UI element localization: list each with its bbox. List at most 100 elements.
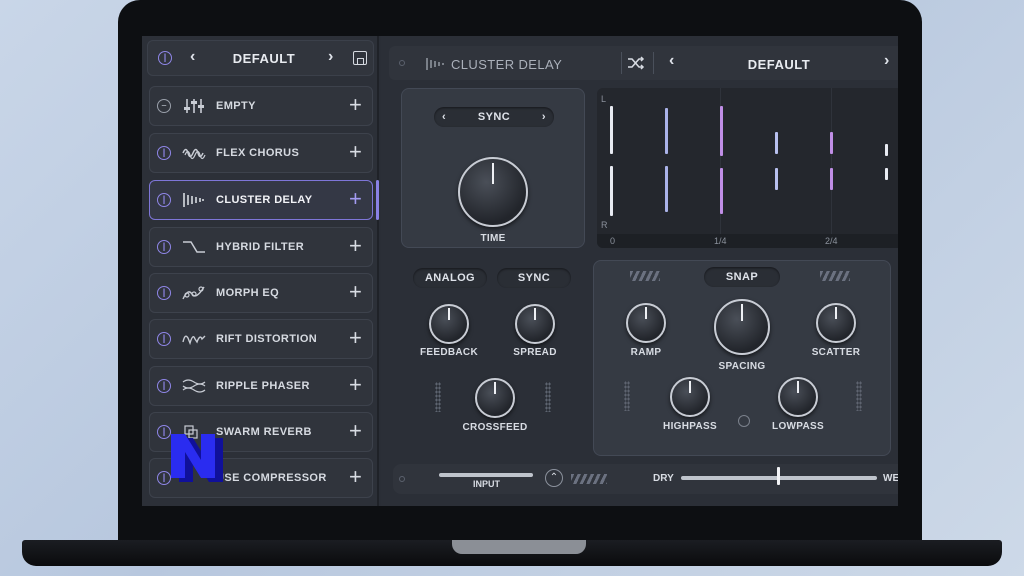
spread-knob[interactable] (515, 304, 555, 344)
shuffle-icon[interactable] (627, 55, 645, 71)
prev-mode-icon[interactable]: ‹ (442, 107, 446, 127)
delay-tap[interactable] (775, 132, 778, 154)
power-icon[interactable]: | (157, 193, 171, 207)
analog-button[interactable]: ANALOG (413, 268, 487, 288)
sidebar-item-label: HYBRID FILTER (216, 241, 305, 253)
sidebar-item-label: MORPH EQ (216, 287, 280, 299)
spacing-knob[interactable] (714, 299, 770, 355)
power-icon[interactable]: | (157, 286, 171, 300)
add-icon[interactable]: + (349, 325, 362, 351)
delay-tap[interactable] (720, 106, 723, 156)
prev-preset-icon[interactable]: ‹ (190, 48, 195, 66)
crossfeed-knob[interactable] (475, 378, 515, 418)
decor-stripes (820, 271, 850, 281)
add-icon[interactable]: + (349, 92, 362, 118)
power-icon[interactable]: | (157, 240, 171, 254)
power-icon[interactable]: | (157, 379, 171, 393)
sidebar-item-cluster-delay[interactable]: | CLUSTER DELAY + (149, 180, 373, 220)
watermark-logo (171, 434, 223, 482)
delay-tap[interactable] (830, 132, 833, 154)
sidebar-item-morph-eq[interactable]: | MORPH EQ + (149, 273, 373, 313)
sidebar-item-label: RIFT DISTORTION (216, 333, 318, 345)
sidebar-item-label: CLUSTER DELAY (216, 194, 313, 206)
delay-tap[interactable] (665, 166, 668, 212)
delay-tap[interactable] (720, 168, 723, 214)
add-icon[interactable]: + (349, 186, 362, 212)
save-icon[interactable] (353, 51, 367, 65)
sidebar-item-hybrid-filter[interactable]: | HYBRID FILTER + (149, 227, 373, 267)
effect-topbar: CLUSTER DELAY ‹ DEFAULT › (389, 46, 898, 80)
add-icon[interactable]: + (349, 464, 362, 490)
next-mode-icon[interactable]: › (542, 107, 546, 127)
feedback-knob[interactable] (429, 304, 469, 344)
sidebar-item-empty[interactable]: – EMPTY + (149, 86, 373, 126)
sidebar-item-label: SWARM REVERB (216, 426, 312, 438)
decor-stripes (630, 271, 660, 281)
delay-tap[interactable] (610, 106, 613, 154)
add-icon[interactable]: + (349, 139, 362, 165)
bypass-icon[interactable]: – (157, 99, 171, 113)
timeline-ruler (597, 234, 898, 248)
channel-label-left: L (601, 94, 607, 104)
lowpass-knob[interactable] (778, 377, 818, 417)
spread-label: SPREAD (513, 347, 557, 358)
power-icon[interactable]: | (158, 51, 172, 65)
input-slider[interactable] (439, 473, 533, 477)
laptop-notch (452, 540, 586, 554)
divider (621, 52, 622, 74)
prev-preset-icon[interactable]: ‹ (669, 52, 674, 70)
sliders-icon (184, 99, 204, 113)
delay-tap-display[interactable]: L R 0 1/4 2/4 (597, 88, 898, 248)
scatter-knob[interactable] (816, 303, 856, 343)
power-icon[interactable]: | (157, 146, 171, 160)
sidebar-item-ripple-phaser[interactable]: | RIPPLE PHASER + (149, 366, 373, 406)
wet-label: WE (883, 473, 898, 484)
sidebar-item-label: FLEX CHORUS (216, 147, 300, 159)
divider (653, 52, 654, 74)
grip-dots (435, 382, 441, 412)
screw-icon (399, 60, 405, 66)
input-label: INPUT (473, 479, 500, 489)
delay-tap[interactable] (885, 144, 888, 156)
highpass-knob[interactable] (670, 377, 710, 417)
screw-icon (399, 476, 405, 482)
time-knob[interactable] (458, 157, 528, 227)
time-mode-label: SYNC (477, 111, 511, 123)
expand-icon[interactable]: ⌃ (545, 469, 563, 487)
grip-dots (856, 381, 862, 411)
ramp-knob[interactable] (626, 303, 666, 343)
scatter-label: SCATTER (811, 347, 861, 358)
dry-wet-handle[interactable] (777, 467, 780, 485)
next-preset-icon[interactable]: › (328, 48, 333, 66)
delay-tap[interactable] (775, 168, 778, 190)
feedback-label: FEEDBACK (420, 347, 478, 358)
sidebar-item-rift-distortion[interactable]: | RIFT DISTORTION + (149, 319, 373, 359)
time-mode-selector[interactable]: ‹ SYNC › (434, 107, 554, 127)
timeline-label: 0 (610, 236, 616, 246)
sync-button[interactable]: SYNC (497, 268, 571, 288)
timeline-label: 1/4 (714, 236, 727, 246)
delay-tap[interactable] (665, 108, 668, 154)
grip-dots (624, 381, 630, 411)
preset-name[interactable]: DEFAULT (699, 57, 859, 72)
snap-button[interactable]: SNAP (704, 267, 780, 287)
next-preset-icon[interactable]: › (884, 52, 889, 70)
highpass-label: HIGHPASS (663, 421, 717, 432)
spacing-label: SPACING (718, 361, 766, 372)
delay-tap[interactable] (830, 168, 833, 190)
crossfeed-label: CROSSFEED (462, 422, 528, 433)
timeline-label: 2/4 (825, 236, 838, 246)
power-icon[interactable]: | (157, 332, 171, 346)
add-icon[interactable]: + (349, 418, 362, 444)
chorus-wave-icon (182, 148, 206, 160)
delay-tap[interactable] (885, 168, 888, 180)
sidebar-item-flex-chorus[interactable]: | FLEX CHORUS + (149, 133, 373, 173)
filter-curve-icon (183, 241, 205, 253)
link-icon[interactable] (738, 415, 750, 427)
cluster-panel: SNAP RAMP SPACING SCATTER HIGHPASS LOWPA… (593, 260, 891, 456)
add-icon[interactable]: + (349, 233, 362, 259)
add-icon[interactable]: + (349, 279, 362, 305)
delay-tap[interactable] (610, 166, 613, 216)
add-icon[interactable]: + (349, 372, 362, 398)
sidebar-scroll-indicator[interactable] (376, 180, 379, 220)
